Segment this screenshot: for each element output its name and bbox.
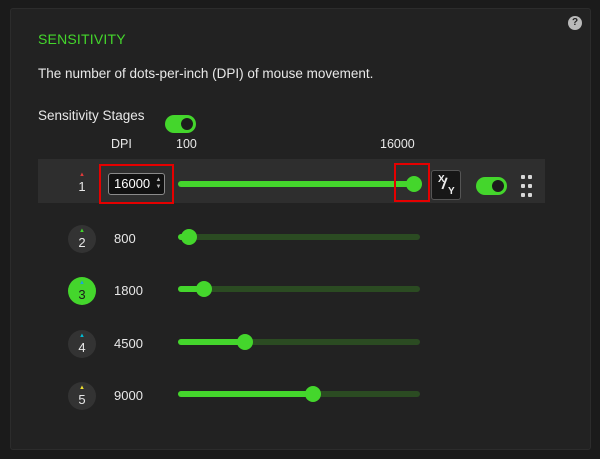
sensitivity-stages-label: Sensitivity Stages <box>38 108 145 123</box>
stage-dpi-value: 1800 <box>114 283 143 298</box>
section-title: SENSITIVITY <box>38 31 126 47</box>
dpi-column-header: DPI <box>111 137 132 151</box>
stage-indicator-icon: ▲ <box>79 172 85 178</box>
slider-max-label: 16000 <box>380 137 415 151</box>
dpi-input[interactable]: 16000 ▲ ▼ <box>108 173 165 195</box>
section-description: The number of dots-per-inch (DPI) of mou… <box>38 66 374 81</box>
stage-indicator-icon: ▲ <box>79 385 85 391</box>
dpi-slider-5[interactable] <box>178 391 420 397</box>
drag-handle-icon[interactable] <box>521 175 533 197</box>
dpi-slider-2[interactable] <box>178 234 420 240</box>
xy-split-button[interactable]: X / Y <box>431 170 461 200</box>
stage-indicator-icon: ▲ <box>79 280 85 286</box>
slider-knob-3[interactable] <box>195 281 212 297</box>
slider-knob-1[interactable] <box>406 176 422 192</box>
question-icon[interactable]: ? <box>568 16 582 30</box>
stage-1-toggle[interactable] <box>476 177 507 195</box>
dpi-slider-1[interactable] <box>178 181 414 187</box>
dpi-slider-3[interactable] <box>178 286 420 292</box>
stage-number-4[interactable]: ▲ 4 <box>68 330 96 358</box>
dpi-slider-4[interactable] <box>178 339 420 345</box>
stage-indicator-icon: ▲ <box>79 228 85 234</box>
slider-knob-2[interactable] <box>180 229 197 245</box>
slider-min-label: 100 <box>176 137 197 151</box>
sensitivity-stages-toggle[interactable] <box>165 115 196 133</box>
slider-knob-4[interactable] <box>236 334 253 350</box>
stage-indicator-icon: ▲ <box>79 333 85 339</box>
stage-dpi-value: 4500 <box>114 336 143 351</box>
stage-dpi-value: 9000 <box>114 388 143 403</box>
stage-number-2[interactable]: ▲ 2 <box>68 225 96 253</box>
stage-number-1: ▲ 1 <box>68 169 96 197</box>
slider-fill <box>178 339 245 345</box>
stage-dpi-value: 800 <box>114 231 136 246</box>
slider-fill <box>178 181 414 187</box>
slider-fill <box>178 391 314 397</box>
stage-number-5[interactable]: ▲ 5 <box>68 382 96 410</box>
spinner-arrows-icon[interactable]: ▲ ▼ <box>155 177 162 191</box>
stage-number-3[interactable]: ▲ 3 <box>68 277 96 305</box>
